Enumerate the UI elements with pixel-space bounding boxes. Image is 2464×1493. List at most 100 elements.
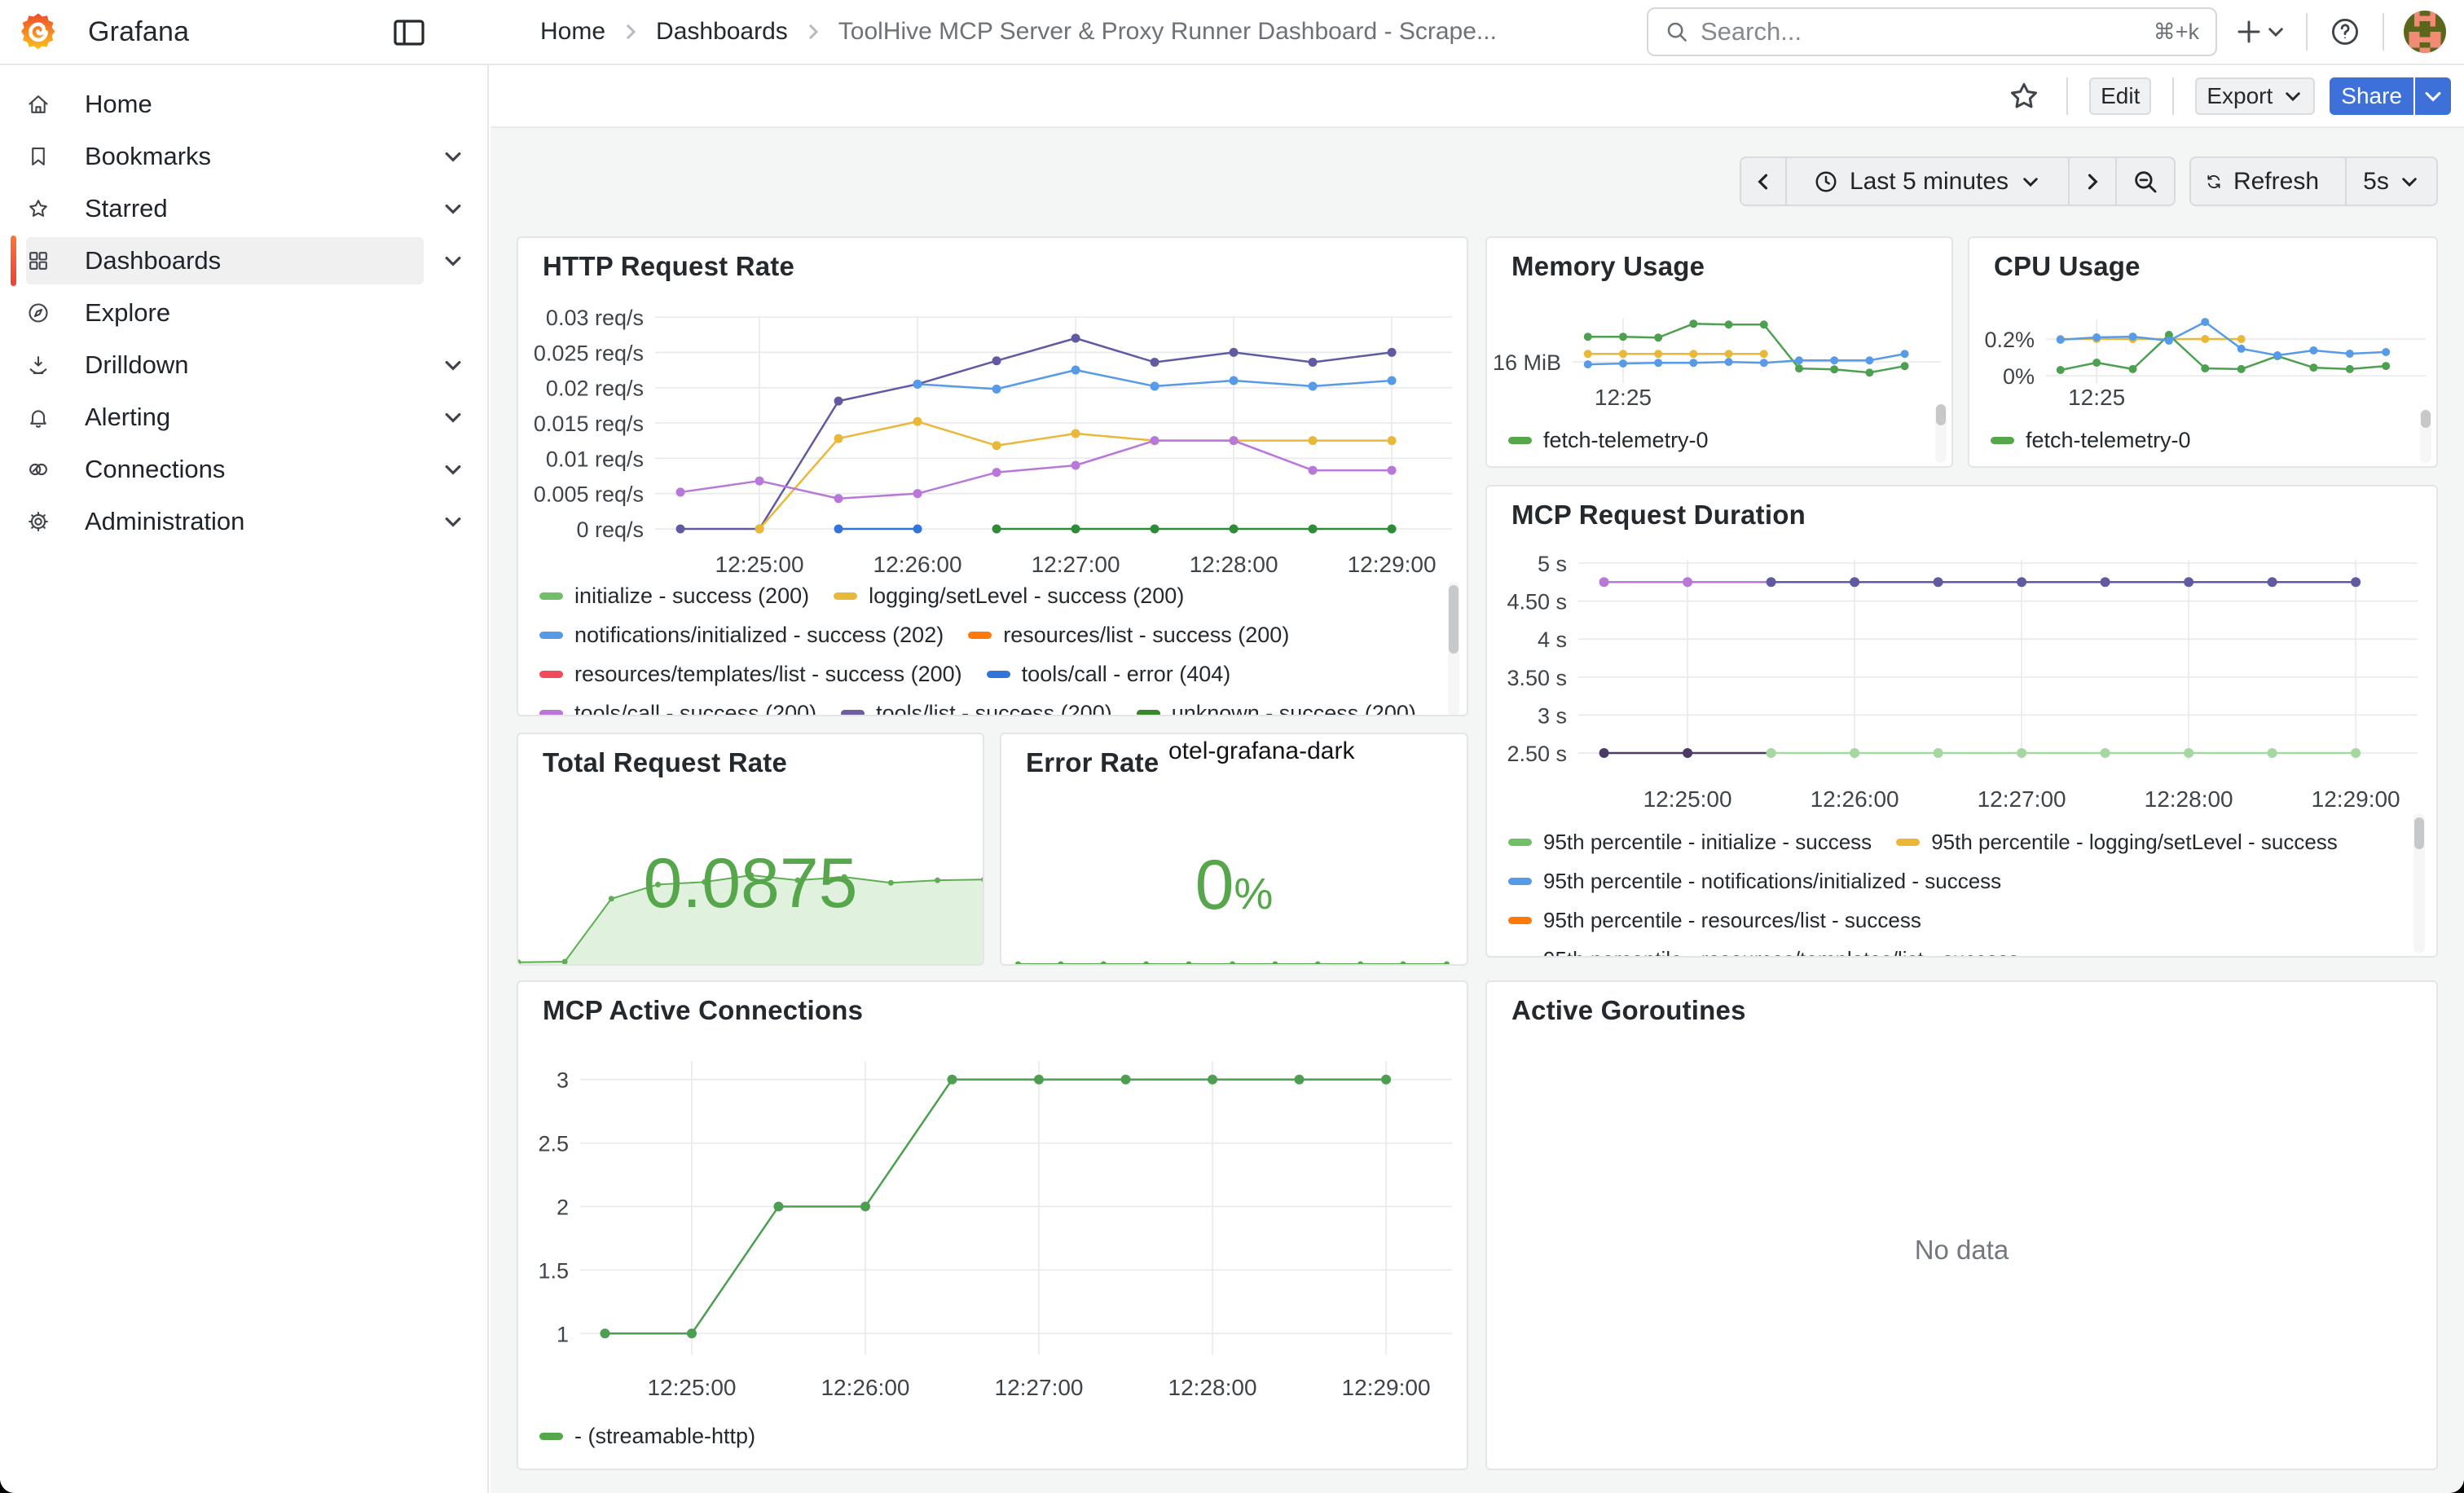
time-range-picker[interactable]: Last 5 minutes [1787, 158, 2070, 205]
time-forward-button[interactable] [2070, 158, 2117, 205]
sidebar-link[interactable]: Bookmarks [26, 133, 424, 180]
legend-item[interactable]: - (streamable-http) [539, 1424, 755, 1449]
legend-swatch [539, 592, 563, 600]
expand-caret-button[interactable] [438, 142, 468, 171]
sidebar-item-home[interactable]: Home [0, 78, 487, 130]
sidebar-item-dashboards[interactable]: Dashboards [0, 235, 487, 287]
refresh-label: Refresh [2233, 168, 2319, 196]
bookmark-icon [27, 145, 50, 168]
sidebar-link[interactable]: Dashboards [26, 237, 424, 284]
chevron-down-icon [442, 354, 464, 377]
expand-caret-button[interactable] [438, 507, 468, 536]
legend-item[interactable]: tools/call - success (200) [539, 701, 816, 717]
help-button[interactable] [2327, 11, 2363, 53]
time-back-button[interactable] [1741, 158, 1787, 205]
legend-item[interactable]: unknown - success (200) [1137, 701, 1416, 717]
sidebar-link[interactable]: Drilldown [26, 341, 424, 389]
refresh-interval-picker[interactable]: 5s [2347, 158, 2436, 205]
legend-swatch [841, 710, 865, 717]
dock-sidebar-icon[interactable] [391, 17, 427, 48]
svg-text:0.01 req/s: 0.01 req/s [546, 447, 644, 471]
expand-caret-button[interactable] [438, 455, 468, 484]
sidebar-link[interactable]: Connections [26, 446, 424, 493]
sidebar-link[interactable]: Starred [26, 185, 424, 232]
sidebar-item-label: Alerting [85, 403, 170, 432]
svg-text:1.5: 1.5 [538, 1258, 569, 1283]
expand-caret-button[interactable] [438, 194, 468, 223]
legend-item[interactable]: tools/list - success (200) [841, 701, 1112, 717]
legend-item[interactable]: initialize - success (200) [539, 584, 809, 609]
share-caret-button[interactable] [2415, 77, 2451, 115]
svg-text:12:28:00: 12:28:00 [1190, 552, 1278, 577]
legend-label: notifications/initialized - success (202… [574, 623, 944, 648]
sidebar-link[interactable]: Alerting [26, 394, 424, 441]
legend-item[interactable]: logging/setLevel - success (200) [834, 584, 1184, 609]
legend-item[interactable]: 95th percentile - resources/list - succe… [1508, 908, 1921, 933]
sidebar-item-administration[interactable]: Administration [0, 495, 487, 548]
legend-swatch [1508, 839, 1532, 846]
legend-scrollbar[interactable] [1935, 404, 1947, 463]
chevron-down-icon [2399, 171, 2420, 192]
svg-text:12:29:00: 12:29:00 [1348, 552, 1437, 577]
sidebar-item-connections[interactable]: Connections [0, 443, 487, 495]
sidebar-item-alerting[interactable]: Alerting [0, 391, 487, 443]
legend-item[interactable]: fetch-telemetry-0 [1508, 428, 1709, 453]
star-button[interactable] [2003, 75, 2045, 117]
stat-value: 0.0875 [518, 843, 983, 924]
sidebar-item-drilldown[interactable]: Drilldown [0, 339, 487, 391]
svg-text:12:25:00: 12:25:00 [715, 552, 804, 577]
legend-scrollbar[interactable] [2413, 813, 2425, 953]
search-icon [1665, 20, 1689, 44]
expand-caret-button[interactable] [438, 403, 468, 432]
chevron-down-icon [442, 145, 464, 168]
legend-scrollbar[interactable] [1448, 582, 1459, 716]
legend-item[interactable]: 95th percentile - initialize - success [1508, 830, 1872, 855]
share-button[interactable]: Share [2330, 77, 2413, 115]
legend-item[interactable]: 95th percentile - resources/templates/li… [1508, 947, 2019, 958]
expand-caret-button[interactable] [438, 246, 468, 275]
legend-swatch [1137, 710, 1160, 717]
legend-item[interactable]: resources/templates/list - success (200) [539, 662, 962, 687]
sidebar-link[interactable]: Administration [26, 498, 424, 545]
sidebar-link[interactable]: Explore [26, 289, 424, 337]
refresh-interval-label: 5s [2363, 168, 2389, 196]
legend-item[interactable]: fetch-telemetry-0 [1991, 428, 2191, 453]
sidebar-item-bookmarks[interactable]: Bookmarks [0, 130, 487, 183]
svg-text:1: 1 [557, 1322, 569, 1346]
no-data-message: No data [1487, 1235, 2436, 1266]
legend-item[interactable]: resources/list - success (200) [968, 623, 1289, 648]
panel-active-goroutines: Active Goroutines No data [1485, 980, 2438, 1470]
sidebar-item-label: Explore [85, 298, 170, 328]
breadcrumb-home[interactable]: Home [540, 18, 605, 46]
add-button[interactable] [2233, 11, 2265, 53]
mcp-active-connections-chart[interactable]: 11.522.5312:25:0012:26:0012:27:0012:28:0… [518, 982, 1468, 1470]
svg-text:12:27:00: 12:27:00 [1032, 552, 1120, 577]
user-avatar[interactable] [2404, 11, 2446, 53]
legend-item[interactable]: 95th percentile - notifications/initiali… [1508, 869, 2001, 894]
legend-item[interactable]: tools/call - error (404) [987, 662, 1231, 687]
panel-title[interactable]: Active Goroutines [1511, 995, 1746, 1026]
svg-text:0%: 0% [2003, 364, 2035, 389]
refresh-button[interactable]: Refresh [2191, 158, 2347, 205]
sidebar-link[interactable]: Home [26, 81, 424, 128]
nav-menu: Home Bookmarks Starred Dashboards Explore Dri… [0, 78, 487, 548]
export-button[interactable]: Export [2195, 77, 2315, 115]
legend-label: - (streamable-http) [574, 1424, 755, 1449]
legend-item[interactable]: 95th percentile - logging/setLevel - suc… [1896, 830, 2338, 855]
breadcrumb-dashboards[interactable]: Dashboards [656, 18, 788, 46]
add-caret-button[interactable] [2265, 17, 2286, 46]
search-input[interactable]: Search... ⌘+k [1647, 7, 2217, 56]
sidebar-item-starred[interactable]: Starred [0, 183, 487, 235]
legend-swatch [539, 1433, 563, 1440]
legend-item[interactable]: notifications/initialized - success (202… [539, 623, 944, 648]
sidebar-item-label: Home [85, 90, 152, 119]
svg-text:12:27:00: 12:27:00 [995, 1375, 1084, 1400]
legend-scrollbar[interactable] [2420, 410, 2431, 463]
zoom-out-button[interactable] [2117, 158, 2174, 205]
sidebar-item-explore[interactable]: Explore [0, 287, 487, 339]
svg-text:5 s: 5 s [1538, 552, 1567, 576]
expand-caret-button[interactable] [438, 350, 468, 380]
edit-button[interactable]: Edit [2089, 77, 2151, 115]
brand[interactable]: Grafana [20, 0, 189, 64]
active-indicator [11, 236, 16, 286]
